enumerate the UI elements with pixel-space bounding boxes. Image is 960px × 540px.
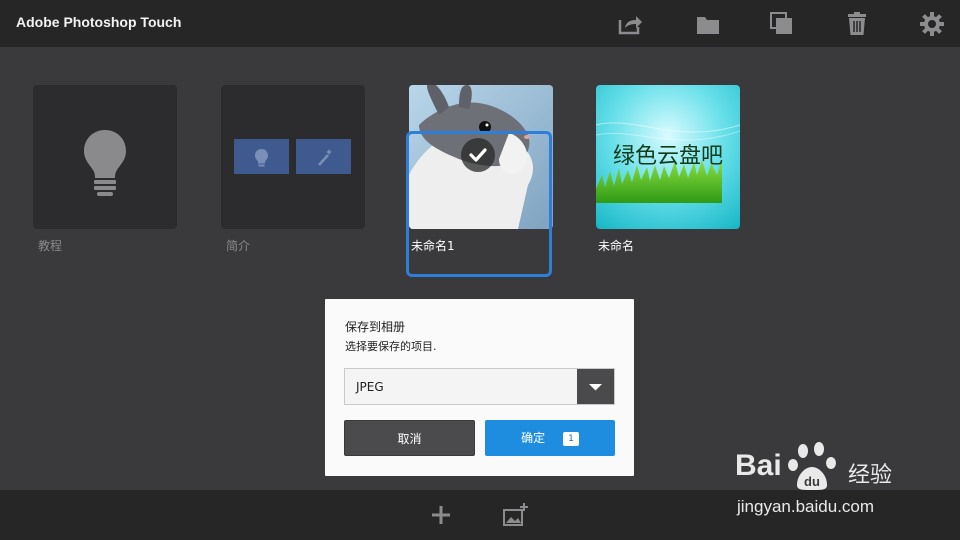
tutorial-tile[interactable]	[33, 85, 177, 229]
add-image-icon[interactable]	[502, 502, 528, 528]
duplicate-icon[interactable]	[769, 11, 795, 37]
folder-icon[interactable]	[695, 11, 721, 37]
intro-tile[interactable]	[221, 85, 365, 229]
add-icon[interactable]	[428, 502, 454, 528]
dialog-subtitle: 选择要保存的项目.	[345, 340, 437, 353]
cancel-button[interactable]: 取消	[344, 420, 475, 456]
watermark-suffix: 经验	[848, 463, 893, 488]
dropdown-button[interactable]	[577, 369, 614, 404]
tutorial-label: 教程	[38, 239, 63, 253]
svg-text:du: du	[804, 474, 820, 489]
confirm-button[interactable]: 确定 1	[485, 420, 615, 456]
watermark-url: jingyan.baidu.com	[737, 497, 875, 516]
trash-icon[interactable]	[844, 11, 870, 37]
project-label-green: 未命名	[598, 239, 635, 253]
app-title: Adobe Photoshop Touch	[16, 14, 182, 30]
gear-icon[interactable]	[919, 11, 945, 37]
share-icon[interactable]	[617, 11, 643, 37]
paw-icon: du	[788, 442, 836, 490]
project-label-rabbit: 未命名1	[411, 239, 455, 253]
baidu-jingyan-watermark: Bai du 经验 jingyan.baidu.com	[735, 437, 955, 527]
format-value: JPEG	[356, 380, 384, 394]
watermark-brand: Bai	[735, 449, 782, 482]
lightbulb-icon	[84, 130, 126, 196]
confirm-button-label: 确定	[521, 431, 546, 445]
image-text: 绿色云盘吧	[612, 144, 723, 169]
dialog-title: 保存到相册	[345, 320, 406, 334]
item-count-badge: 1	[563, 431, 579, 446]
magic-wand-icon	[296, 139, 351, 174]
save-to-album-dialog: 保存到相册 选择要保存的项目. JPEG 取消 确定 1	[325, 299, 634, 476]
format-select[interactable]: JPEG	[344, 368, 615, 405]
top-bar: Adobe Photoshop Touch	[0, 0, 960, 47]
checkmark-icon	[461, 138, 495, 172]
chevron-down-icon	[589, 384, 602, 391]
lightbulb-icon	[234, 139, 289, 174]
cancel-button-label: 取消	[397, 432, 422, 446]
intro-label: 简介	[226, 239, 251, 253]
